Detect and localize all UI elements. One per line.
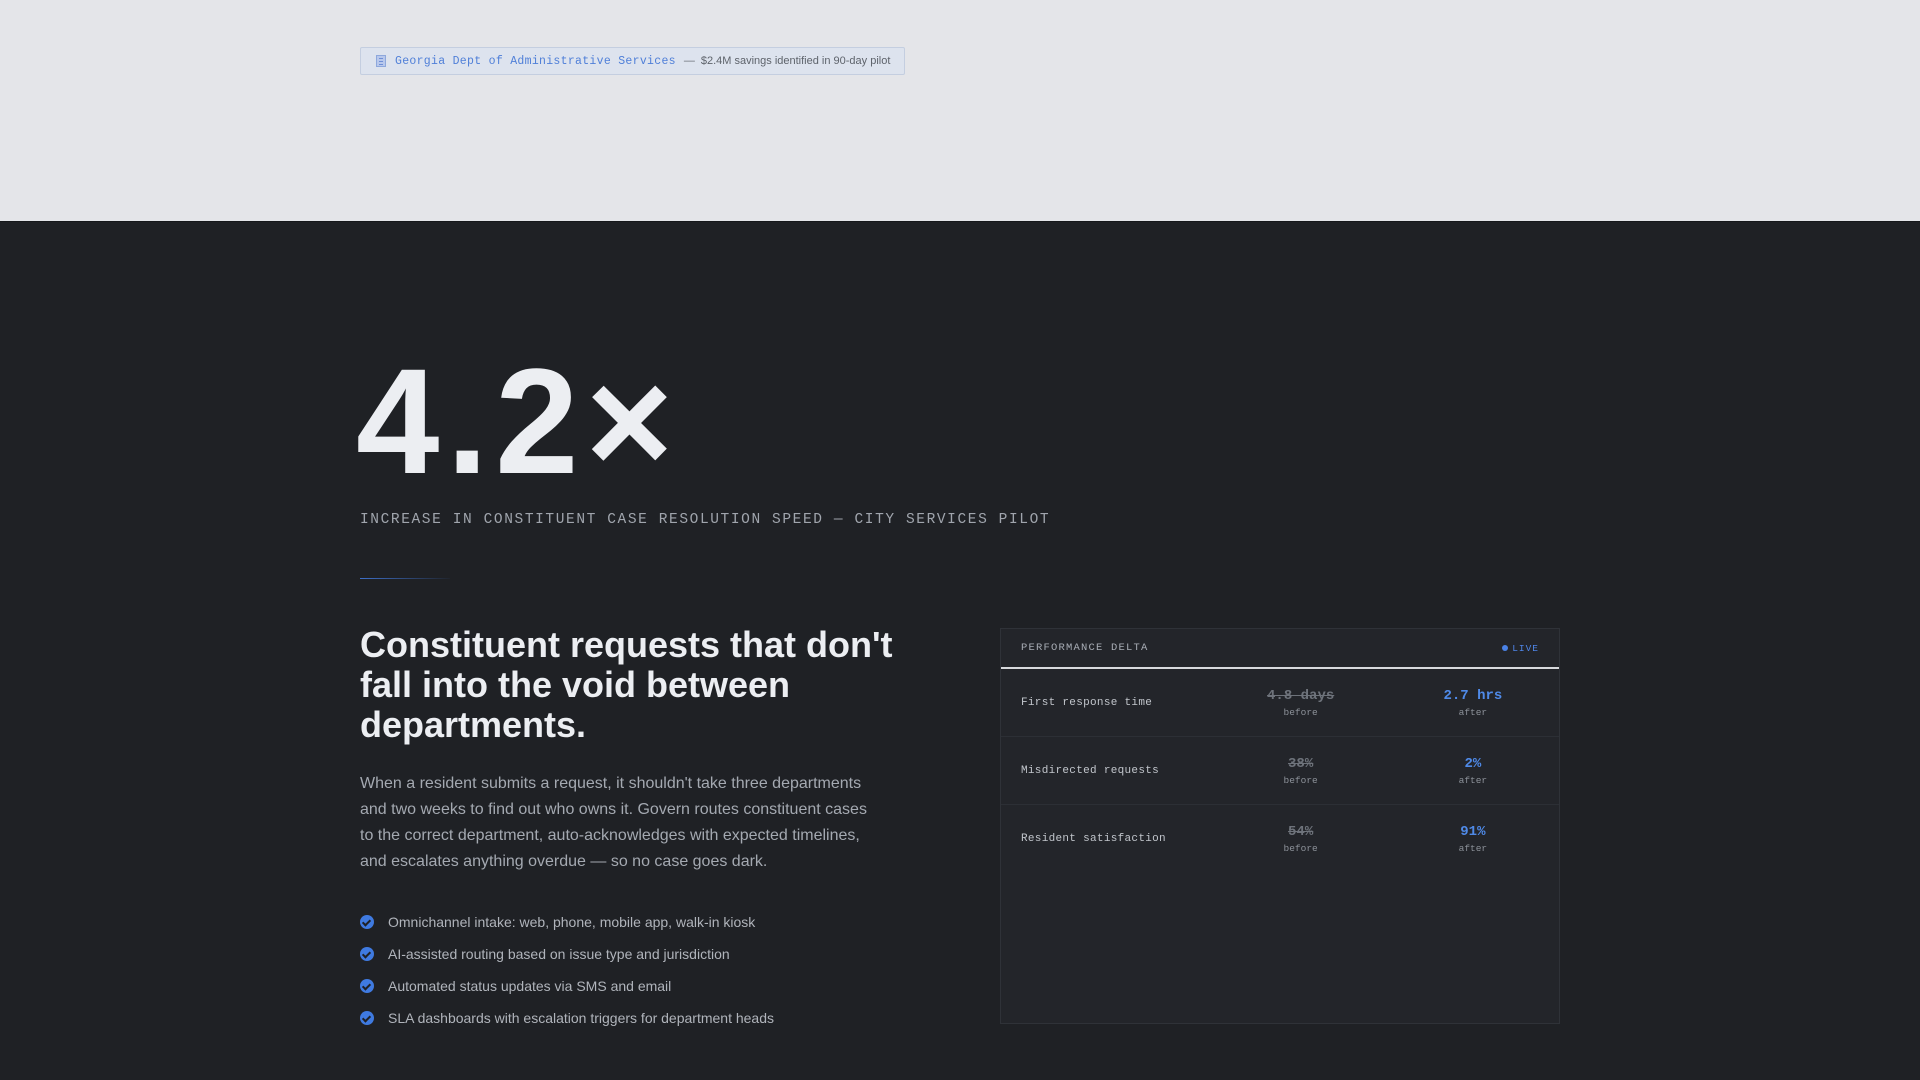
metric-label: Resident satisfaction	[1021, 833, 1166, 845]
after-label: after	[1458, 843, 1488, 854]
hero-stat-caption: INCREASE IN CONSTITUENT CASE RESOLUTION …	[360, 512, 1051, 528]
metric-row: Misdirected requests 38% before 2% after	[1001, 737, 1559, 805]
metric-label: First response time	[1021, 696, 1153, 709]
customer-badge[interactable]: Georgia Dept of Administrative Services …	[360, 47, 906, 75]
after-value: 91%	[1460, 824, 1486, 840]
feature-list: Omnichannel intake: web, phone, mobile a…	[360, 906, 774, 1034]
check-circle-icon	[360, 915, 374, 929]
feature-text: SLA dashboards with escalation triggers …	[388, 1010, 775, 1026]
before-cell: 38% before	[1215, 756, 1387, 786]
panel-header: PERFORMANCE DELTA LIVE	[1001, 629, 1559, 669]
panel-title: PERFORMANCE DELTA	[1021, 642, 1149, 654]
before-value: 54%	[1288, 824, 1314, 840]
hero-stat: 4.2×	[356, 337, 681, 505]
before-cell: 4.8 days before	[1215, 688, 1387, 718]
after-value: 2.7 hrs	[1443, 687, 1503, 704]
after-value: 2%	[1464, 755, 1482, 772]
accent-divider	[360, 578, 450, 579]
feature-item: AI-assisted routing based on issue type …	[360, 938, 774, 970]
metric-row: First response time 4.8 days before 2.7 …	[1001, 669, 1559, 737]
before-value: 4.8 days	[1267, 687, 1335, 704]
before-label: before	[1283, 843, 1318, 854]
badge-detail: $2.4M savings identified in 90-day pilot	[700, 55, 891, 67]
live-indicator: LIVE	[1502, 643, 1539, 654]
check-circle-icon	[360, 947, 374, 961]
feature-text: AI-assisted routing based on issue type …	[388, 946, 730, 962]
check-circle-icon	[360, 1011, 374, 1025]
feature-item: SLA dashboards with escalation triggers …	[360, 1002, 774, 1034]
before-label: before	[1283, 774, 1318, 786]
live-label: LIVE	[1512, 642, 1539, 654]
before-value: 38%	[1288, 755, 1314, 772]
feature-item: Automated status updates via SMS and ema…	[360, 970, 774, 1002]
feature-item: Omnichannel intake: web, phone, mobile a…	[360, 906, 774, 938]
check-circle-icon	[360, 979, 374, 993]
before-label: before	[1283, 706, 1318, 718]
live-dot-icon	[1502, 645, 1509, 651]
after-label: after	[1458, 774, 1488, 786]
after-cell: 2% after	[1387, 756, 1559, 786]
performance-panel: PERFORMANCE DELTA LIVE First response ti…	[1000, 628, 1560, 1024]
section-body: When a resident submits a request, it sh…	[360, 775, 867, 870]
badge-org-name: Georgia Dept of Administrative Services	[395, 54, 676, 68]
feature-text: Omnichannel intake: web, phone, mobile a…	[388, 914, 756, 930]
badge-separator: —	[683, 55, 695, 67]
feature-text: Automated status updates via SMS and ema…	[388, 978, 672, 994]
after-label: after	[1458, 706, 1488, 718]
after-cell: 91% after	[1387, 824, 1559, 854]
building-icon	[376, 55, 386, 67]
before-cell: 54% before	[1215, 824, 1387, 854]
after-cell: 2.7 hrs after	[1387, 688, 1559, 718]
metric-row: Resident satisfaction 54% before 91% aft…	[1001, 805, 1559, 873]
section-headline: Constituent requests that don't fall int…	[360, 624, 893, 745]
metric-label: Misdirected requests	[1021, 764, 1160, 777]
top-section: Georgia Dept of Administrative Services …	[0, 0, 1920, 222]
